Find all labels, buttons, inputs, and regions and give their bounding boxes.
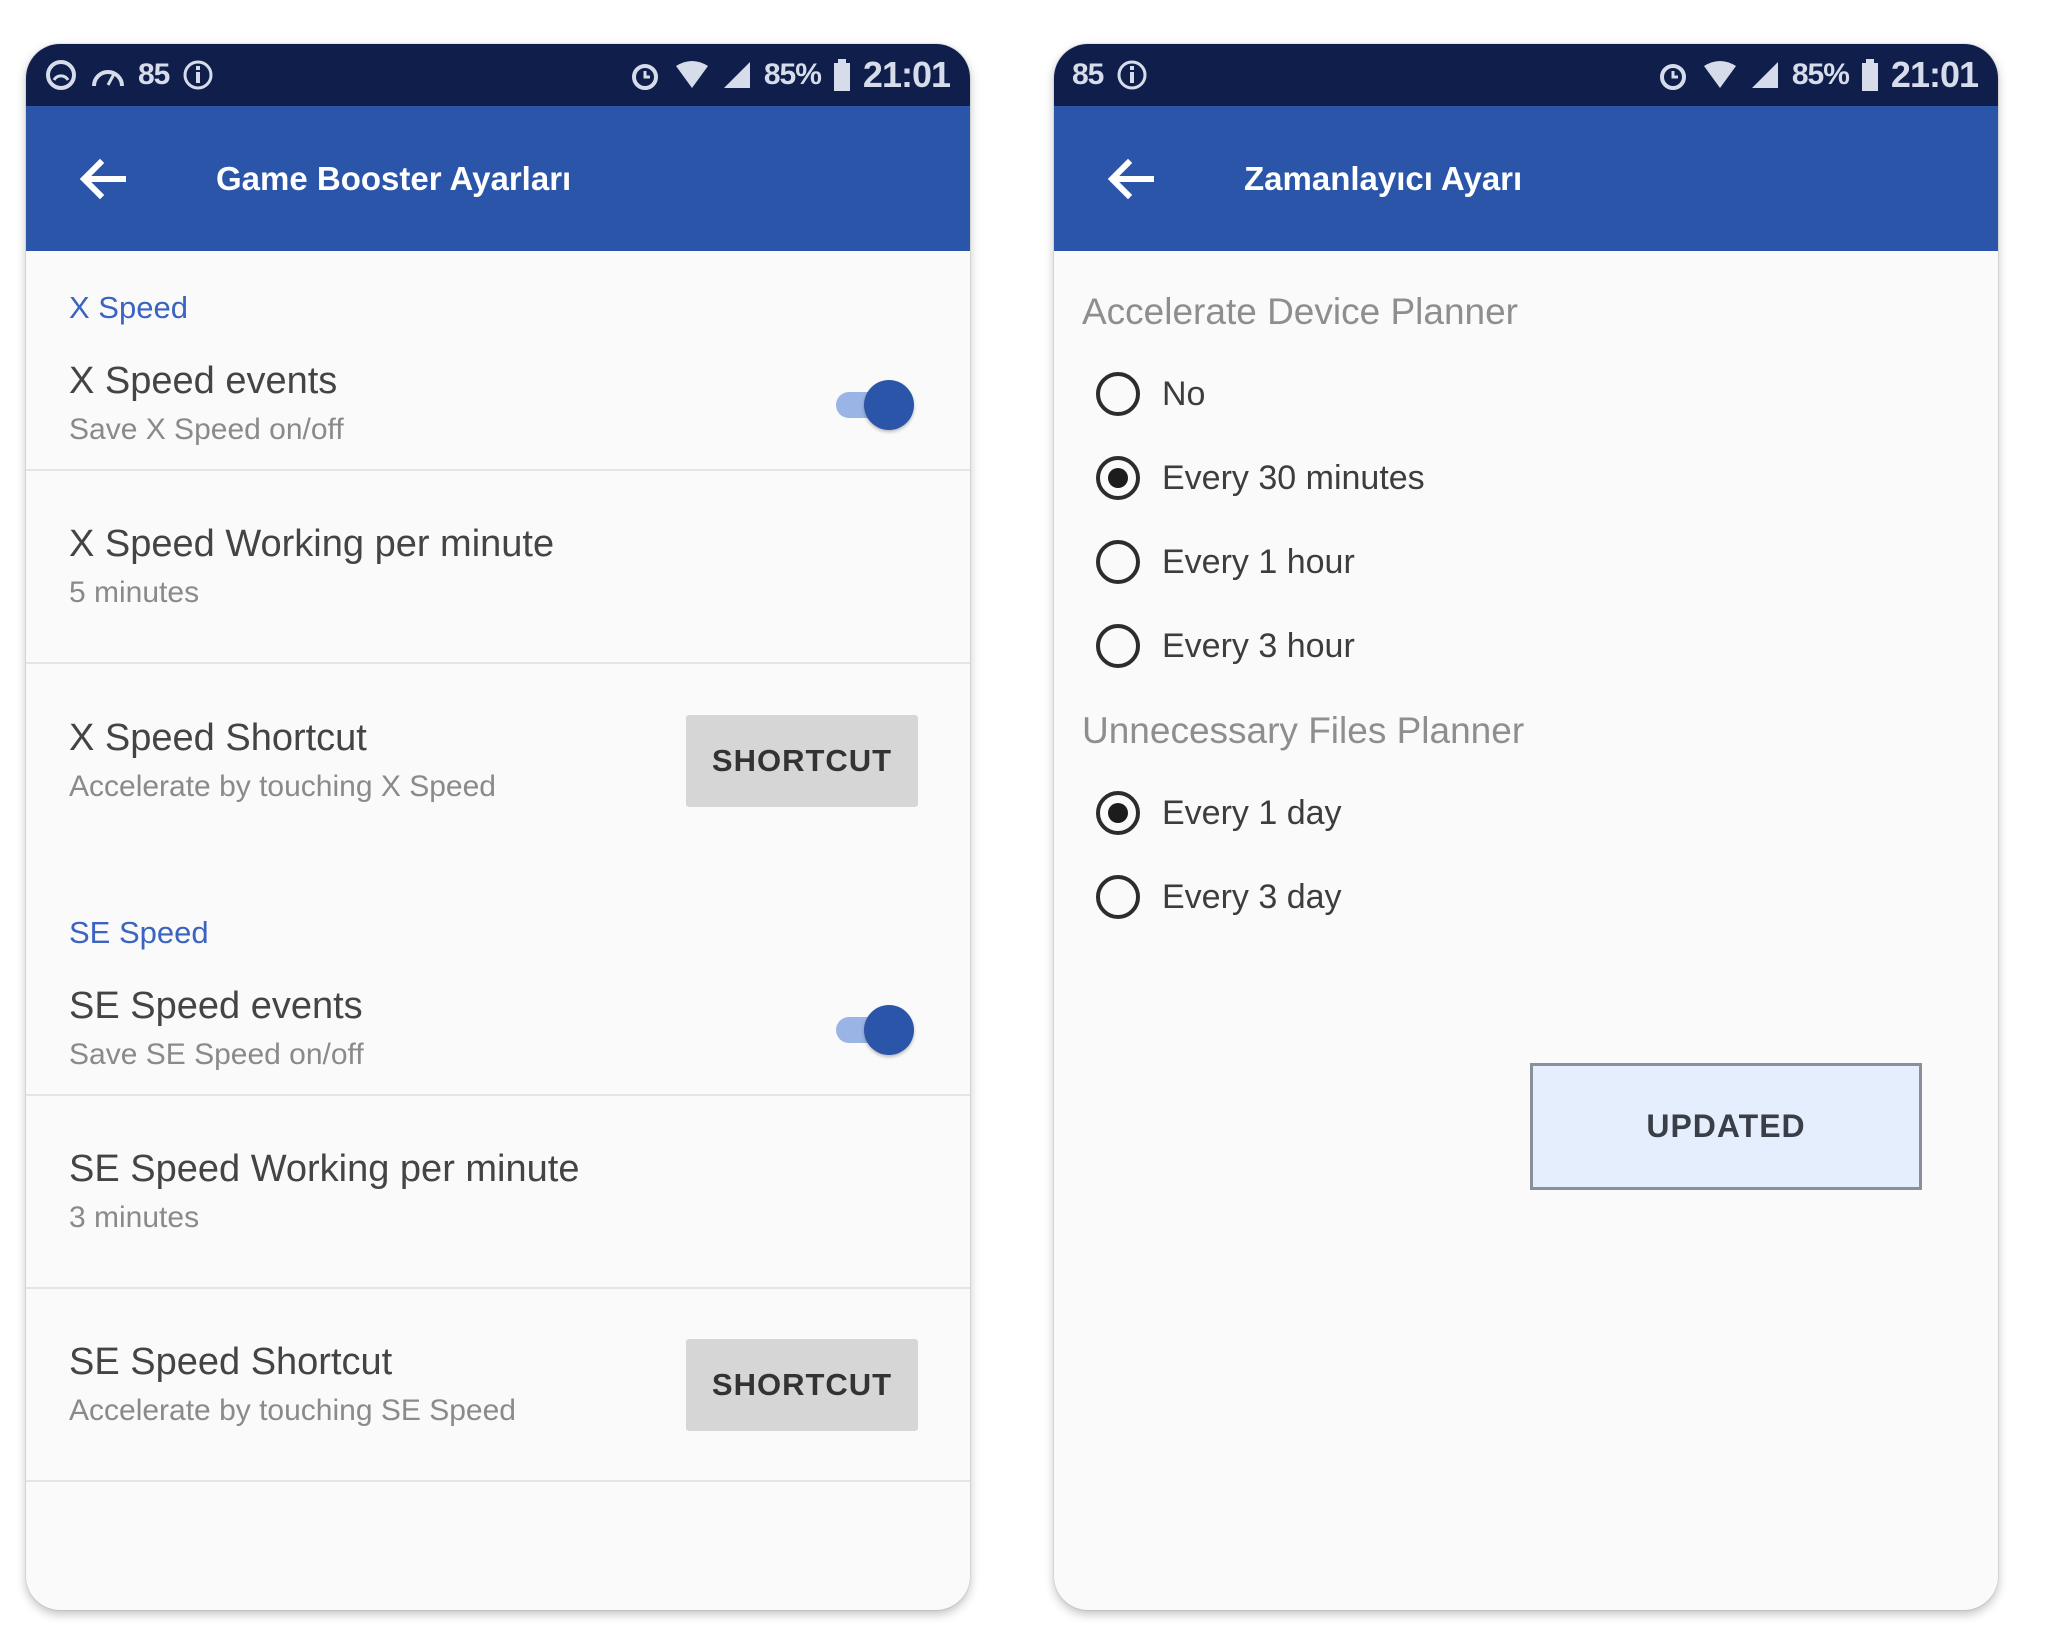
radio-button-selected[interactable] bbox=[1096, 791, 1140, 835]
battery-icon bbox=[833, 59, 851, 91]
pref-x-speed-events[interactable]: X Speed events Save X Speed on/off bbox=[26, 338, 970, 471]
signal-icon bbox=[722, 60, 752, 90]
toggle-thumb bbox=[864, 1004, 914, 1055]
pref-title: X Speed Working per minute bbox=[69, 523, 555, 565]
page-title: Zamanlayıcı Ayarı bbox=[1244, 159, 1523, 197]
alarm-icon bbox=[1656, 58, 1690, 92]
alarm-icon bbox=[628, 58, 662, 92]
x-speed-events-toggle[interactable] bbox=[832, 378, 918, 430]
signal-icon bbox=[1750, 60, 1780, 90]
x-speed-shortcut-button[interactable]: SHORTCUT bbox=[686, 714, 918, 807]
back-button[interactable] bbox=[1102, 151, 1158, 207]
files-planner-label: Unnecessary Files Planner bbox=[1082, 710, 1525, 751]
info-icon bbox=[181, 58, 215, 92]
se-speed-shortcut-button[interactable]: SHORTCUT bbox=[686, 1338, 918, 1431]
radio-option-every-3-hour[interactable]: Every 3 hour bbox=[1054, 604, 1998, 688]
clock: 21:01 bbox=[862, 54, 951, 95]
radio-button[interactable] bbox=[1096, 540, 1140, 584]
radio-option-every-3-day[interactable]: Every 3 day bbox=[1054, 855, 1998, 939]
updated-button[interactable]: UPDATED bbox=[1530, 1063, 1922, 1190]
battery-percent: 85% bbox=[763, 58, 822, 91]
pref-se-speed-events[interactable]: SE Speed events Save SE Speed on/off bbox=[26, 963, 970, 1096]
back-arrow-icon bbox=[1107, 158, 1154, 199]
device-planner-radio-group: No Every 30 minutes Every 1 hour Every 3… bbox=[1054, 352, 1998, 688]
radio-option-no[interactable]: No bbox=[1054, 352, 1998, 436]
battery-percent: 85% bbox=[1791, 58, 1850, 91]
radio-label: No bbox=[1162, 374, 1206, 413]
radio-button[interactable] bbox=[1096, 372, 1140, 416]
battery-icon bbox=[1861, 59, 1879, 91]
radio-option-every-30-minutes[interactable]: Every 30 minutes bbox=[1054, 436, 1998, 520]
section-header-x-speed: X Speed bbox=[69, 290, 188, 325]
status-number: 85 bbox=[1072, 58, 1104, 91]
status-number: 85 bbox=[138, 58, 170, 91]
radio-button[interactable] bbox=[1096, 624, 1140, 668]
timer-settings-screen: 85 85% 21:01 Zamanlayıcı Ayarı Accelerat… bbox=[1054, 44, 1998, 1610]
pref-subtitle: 3 minutes bbox=[69, 1201, 200, 1234]
device-planner-label: Accelerate Device Planner bbox=[1082, 291, 1518, 332]
radio-option-every-1-hour[interactable]: Every 1 hour bbox=[1054, 520, 1998, 604]
pref-x-speed-working[interactable]: X Speed Working per minute 5 minutes bbox=[26, 471, 970, 664]
radio-label: Every 1 day bbox=[1162, 793, 1342, 832]
files-planner-radio-group: Every 1 day Every 3 day bbox=[1054, 771, 1998, 939]
speedometer-icon bbox=[90, 58, 126, 92]
se-speed-events-toggle[interactable] bbox=[832, 1003, 918, 1055]
pref-se-speed-working[interactable]: SE Speed Working per minute 3 minutes bbox=[26, 1096, 970, 1289]
wifi-icon bbox=[674, 60, 710, 90]
game-booster-settings-screen: 85 85% 21:01 Game Booster Ayarları X Spe… bbox=[26, 44, 970, 1610]
app-bar: Game Booster Ayarları bbox=[26, 106, 970, 251]
app-bar: Zamanlayıcı Ayarı bbox=[1054, 106, 1998, 251]
radio-button-selected[interactable] bbox=[1096, 456, 1140, 500]
radio-label: Every 3 hour bbox=[1162, 626, 1355, 665]
pref-se-speed-shortcut: SE Speed Shortcut Accelerate by touching… bbox=[26, 1289, 970, 1482]
radio-label: Every 1 hour bbox=[1162, 542, 1355, 581]
pref-title: SE Speed Working per minute bbox=[69, 1148, 580, 1190]
status-bar: 85 85% 21:01 bbox=[1054, 44, 1998, 106]
clock: 21:01 bbox=[1890, 54, 1979, 95]
pref-subtitle: 5 minutes bbox=[69, 576, 200, 609]
info-icon bbox=[1115, 58, 1149, 92]
section-header-se-speed: SE Speed bbox=[69, 915, 209, 950]
pref-x-speed-shortcut: X Speed Shortcut Accelerate by touching … bbox=[26, 664, 970, 857]
back-button[interactable] bbox=[74, 151, 130, 207]
page-title: Game Booster Ayarları bbox=[216, 159, 572, 197]
radio-label: Every 30 minutes bbox=[1162, 458, 1425, 497]
toggle-thumb bbox=[864, 379, 914, 430]
status-bar: 85 85% 21:01 bbox=[26, 44, 970, 106]
wifi-icon bbox=[1702, 60, 1738, 90]
radio-option-every-1-day[interactable]: Every 1 day bbox=[1054, 771, 1998, 855]
back-arrow-icon bbox=[79, 158, 126, 199]
radio-button[interactable] bbox=[1096, 875, 1140, 919]
radio-label: Every 3 day bbox=[1162, 877, 1342, 916]
sync-icon bbox=[44, 58, 78, 92]
